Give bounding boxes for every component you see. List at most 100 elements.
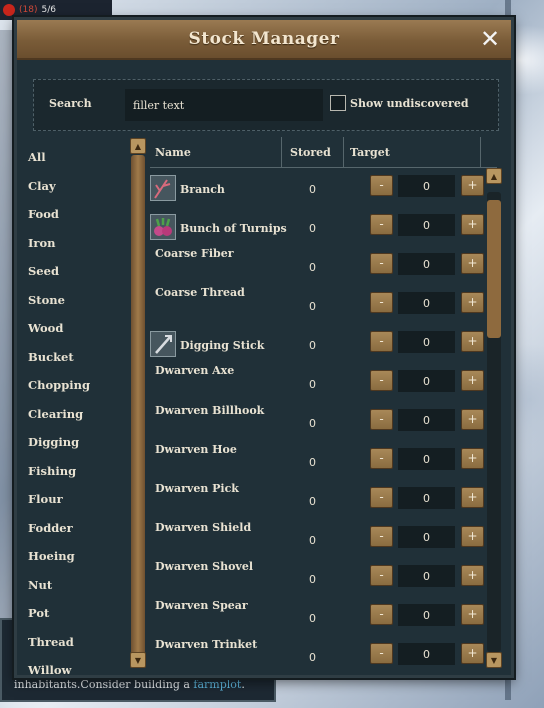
target-input[interactable]	[398, 604, 455, 626]
category-list: All Clay Food Iron Seed Stone Wood Bucke…	[28, 143, 128, 685]
item-name: Coarse Fiber	[155, 247, 234, 260]
category-iron[interactable]: Iron	[28, 229, 128, 258]
food-count: (18)	[19, 5, 38, 15]
table-scroll-down-icon[interactable]: ▼	[486, 652, 502, 668]
increase-target-button[interactable]: +	[461, 604, 484, 625]
category-chopping[interactable]: Chopping	[28, 371, 128, 400]
increase-target-button[interactable]: +	[461, 214, 484, 235]
decrease-target-button[interactable]: -	[370, 292, 393, 313]
stored-value: 0	[309, 495, 316, 508]
increase-target-button[interactable]: +	[461, 487, 484, 508]
decrease-target-button[interactable]: -	[370, 565, 393, 586]
decrease-target-button[interactable]: -	[370, 487, 393, 508]
category-hoeing[interactable]: Hoeing	[28, 542, 128, 571]
category-clay[interactable]: Clay	[28, 172, 128, 201]
stored-value: 0	[309, 378, 316, 391]
table-row: Dwarven Hoe 0 - +	[150, 443, 490, 482]
target-input[interactable]	[398, 526, 455, 548]
farmplot-link[interactable]: farmplot	[193, 678, 241, 691]
turnips-icon	[150, 214, 176, 240]
category-fishing[interactable]: Fishing	[28, 457, 128, 486]
header-stored: Stored	[290, 146, 331, 159]
increase-target-button[interactable]: +	[461, 175, 484, 196]
increase-target-button[interactable]: +	[461, 565, 484, 586]
target-input[interactable]	[398, 643, 455, 665]
table-row: Dwarven Pick 0 - +	[150, 482, 490, 521]
increase-target-button[interactable]: +	[461, 409, 484, 430]
table-row: Coarse Fiber 0 - +	[150, 247, 490, 287]
item-name: Digging Stick	[180, 339, 265, 352]
table-row: Dwarven Shield 0 - +	[150, 521, 490, 560]
stored-value: 0	[309, 417, 316, 430]
increase-target-button[interactable]: +	[461, 253, 484, 274]
increase-target-button[interactable]: +	[461, 331, 484, 352]
decrease-target-button[interactable]: -	[370, 370, 393, 391]
category-all[interactable]: All	[28, 143, 128, 172]
show-undiscovered-checkbox[interactable]	[330, 95, 346, 111]
stored-value: 0	[309, 339, 316, 352]
increase-target-button[interactable]: +	[461, 370, 484, 391]
category-food[interactable]: Food	[28, 200, 128, 229]
category-nut[interactable]: Nut	[28, 571, 128, 600]
increase-target-button[interactable]: +	[461, 448, 484, 469]
target-input[interactable]	[398, 253, 455, 275]
category-fodder[interactable]: Fodder	[28, 514, 128, 543]
category-bucket[interactable]: Bucket	[28, 343, 128, 372]
table-row: Dwarven Axe 0 - +	[150, 364, 490, 404]
category-pot[interactable]: Pot	[28, 599, 128, 628]
item-name: Bunch of Turnips	[180, 222, 287, 235]
category-digging[interactable]: Digging	[28, 428, 128, 457]
decrease-target-button[interactable]: -	[370, 643, 393, 664]
target-input[interactable]	[398, 448, 455, 470]
increase-target-button[interactable]: +	[461, 526, 484, 547]
decrease-target-button[interactable]: -	[370, 604, 393, 625]
increase-target-button[interactable]: +	[461, 643, 484, 664]
target-input[interactable]	[398, 292, 455, 314]
table-header: Name Stored Target	[150, 137, 497, 168]
table-row: Dwarven Shovel 0 - +	[150, 560, 490, 599]
target-input[interactable]	[398, 487, 455, 509]
category-willow[interactable]: Willow	[28, 656, 128, 685]
population-count: 5/6	[41, 5, 56, 15]
item-name: Dwarven Shield	[155, 521, 252, 534]
category-scrollbar[interactable]	[131, 155, 145, 655]
category-thread[interactable]: Thread	[28, 628, 128, 657]
item-name: Dwarven Hoe	[155, 443, 237, 456]
category-clearing[interactable]: Clearing	[28, 400, 128, 429]
decrease-target-button[interactable]: -	[370, 253, 393, 274]
item-name: Dwarven Axe	[155, 364, 235, 377]
category-scroll-up-icon[interactable]: ▲	[130, 138, 146, 154]
item-name: Dwarven Trinket	[155, 638, 258, 651]
close-button[interactable]: ✕	[477, 26, 503, 52]
category-wood[interactable]: Wood	[28, 314, 128, 343]
decrease-target-button[interactable]: -	[370, 448, 393, 469]
category-flour[interactable]: Flour	[28, 485, 128, 514]
target-input[interactable]	[398, 214, 455, 236]
target-input[interactable]	[398, 175, 455, 197]
message-end: .	[241, 678, 245, 691]
header-target: Target	[350, 146, 390, 159]
stored-value: 0	[309, 573, 316, 586]
category-seed[interactable]: Seed	[28, 257, 128, 286]
increase-target-button[interactable]: +	[461, 292, 484, 313]
item-name: Dwarven Spear	[155, 599, 248, 612]
category-stone[interactable]: Stone	[28, 286, 128, 315]
decrease-target-button[interactable]: -	[370, 175, 393, 196]
show-undiscovered-label: Show undiscovered	[350, 97, 469, 110]
table-scrollbar-thumb[interactable]	[487, 200, 501, 338]
stored-value: 0	[309, 456, 316, 469]
decrease-target-button[interactable]: -	[370, 409, 393, 430]
decrease-target-button[interactable]: -	[370, 331, 393, 352]
category-scroll-down-icon[interactable]: ▼	[130, 652, 146, 668]
tree-shadow	[0, 30, 14, 630]
stored-value: 0	[309, 651, 316, 664]
table-scroll-up-icon[interactable]: ▲	[486, 168, 502, 184]
table-row: Dwarven Billhook 0 - +	[150, 404, 490, 443]
target-input[interactable]	[398, 409, 455, 431]
target-input[interactable]	[398, 370, 455, 392]
search-input[interactable]	[125, 89, 323, 121]
target-input[interactable]	[398, 565, 455, 587]
decrease-target-button[interactable]: -	[370, 214, 393, 235]
target-input[interactable]	[398, 331, 455, 353]
decrease-target-button[interactable]: -	[370, 526, 393, 547]
